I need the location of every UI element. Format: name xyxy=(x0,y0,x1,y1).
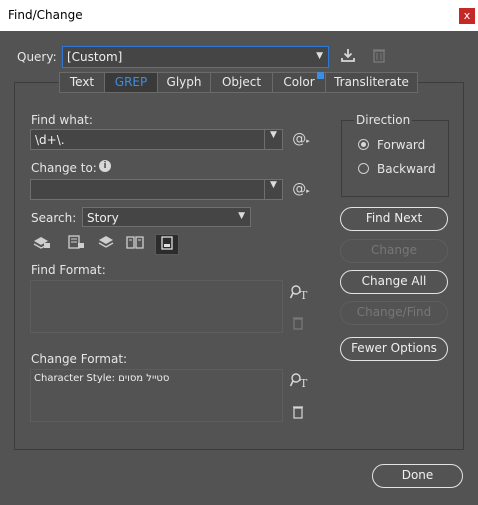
include-master-pages-icon[interactable] xyxy=(124,234,146,253)
direction-label: Direction xyxy=(354,113,413,127)
search-label: Search: xyxy=(31,211,77,225)
find-format-label: Find Format: xyxy=(31,263,106,277)
trash-icon xyxy=(370,47,388,65)
tab-object[interactable]: Object xyxy=(210,72,273,93)
include-locked-layers-icon[interactable] xyxy=(31,234,53,253)
done-button[interactable]: Done xyxy=(372,464,463,488)
search-scope-value: Story xyxy=(87,211,119,225)
direction-group xyxy=(341,120,449,197)
change-format-value: Character Style: סטייל מסוים xyxy=(34,373,170,384)
tab-grep[interactable]: GREP xyxy=(104,72,158,93)
trash-icon xyxy=(291,316,305,332)
chevron-down-icon[interactable]: ▼ xyxy=(264,130,282,149)
color-indicator-icon xyxy=(317,72,324,79)
tab-glyph[interactable]: Glyph xyxy=(157,72,211,93)
find-what-value: \d+\. xyxy=(35,133,65,147)
change-format-label: Change Format: xyxy=(31,352,128,366)
tab-text[interactable]: Text xyxy=(59,72,105,93)
tab-transliterate[interactable]: Transliterate xyxy=(325,72,418,93)
specify-attributes-to-find-icon[interactable]: T xyxy=(289,284,308,302)
query-value: [Custom] xyxy=(67,50,123,64)
search-options-toolbar xyxy=(31,234,181,255)
close-button[interactable]: x xyxy=(459,8,475,24)
forward-radio[interactable] xyxy=(358,139,369,150)
chevron-down-icon: ▼ xyxy=(316,51,323,61)
info-icon[interactable]: i xyxy=(99,160,111,172)
fewer-options-button[interactable]: Fewer Options xyxy=(340,337,448,361)
svg-text:T: T xyxy=(300,377,308,388)
at-sign-menu-icon[interactable]: @▸ xyxy=(290,181,312,199)
include-footnotes-icon[interactable] xyxy=(155,234,179,255)
search-scope-dropdown[interactable]: Story ▼ xyxy=(82,207,251,227)
chevron-down-icon[interactable]: ▼ xyxy=(264,180,282,199)
at-sign-menu-icon[interactable]: @▸ xyxy=(290,131,312,149)
chevron-down-icon: ▼ xyxy=(238,211,245,221)
change-find-button[interactable]: Change/Find xyxy=(340,301,448,325)
svg-text:T: T xyxy=(300,289,308,300)
download-icon[interactable] xyxy=(339,47,357,65)
include-hidden-layers-icon[interactable] xyxy=(95,234,117,253)
trash-icon[interactable] xyxy=(291,405,305,421)
find-what-input[interactable]: \d+\. ▼ xyxy=(30,129,283,150)
find-next-button[interactable]: Find Next xyxy=(340,207,448,231)
backward-label: Backward xyxy=(377,162,436,176)
find-what-label: Find what: xyxy=(31,113,93,127)
specify-attributes-to-change-icon[interactable]: T xyxy=(289,372,308,390)
change-to-input[interactable]: ▼ xyxy=(30,179,283,200)
query-label: Query: xyxy=(17,50,57,64)
change-button[interactable]: Change xyxy=(340,239,448,263)
include-locked-stories-icon[interactable] xyxy=(65,234,87,253)
find-format-box[interactable] xyxy=(30,280,283,333)
change-to-label: Change to: xyxy=(31,161,97,175)
forward-label: Forward xyxy=(377,138,426,152)
change-all-button[interactable]: Change All xyxy=(340,270,448,294)
window-title: Find/Change xyxy=(8,8,83,22)
title-bar: Find/Change x xyxy=(0,0,478,31)
change-format-box[interactable]: Character Style: סטייל מסוים xyxy=(30,369,283,422)
query-dropdown[interactable]: [Custom] ▼ xyxy=(62,46,329,68)
backward-radio[interactable] xyxy=(358,163,369,174)
